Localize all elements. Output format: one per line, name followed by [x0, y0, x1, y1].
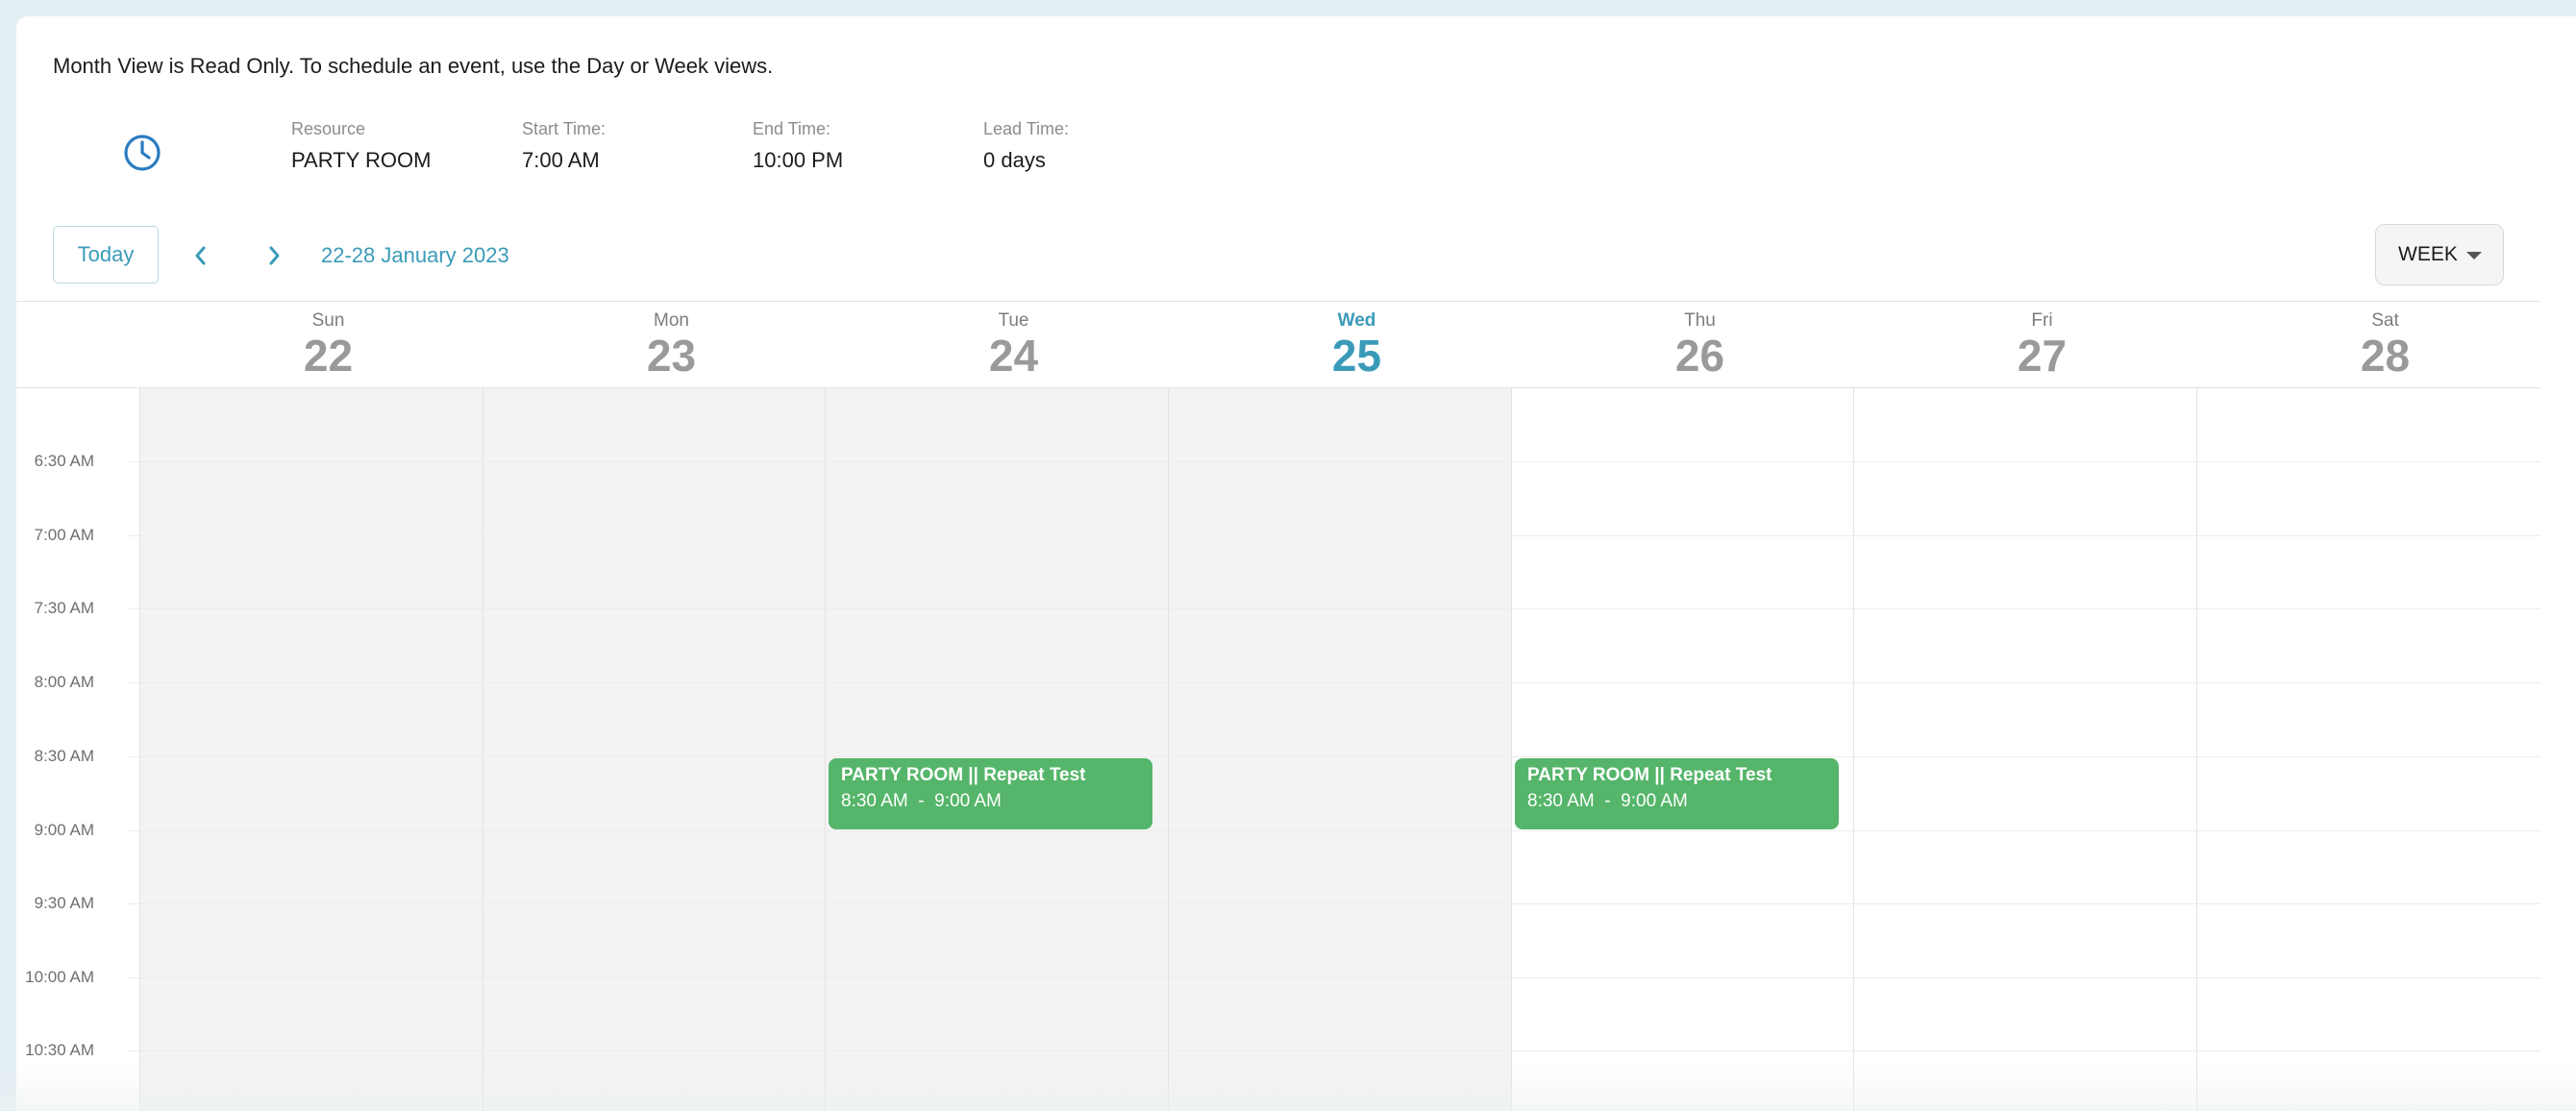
- day-column-fri[interactable]: [1853, 388, 2196, 1111]
- day-header-thu[interactable]: Thu 26: [1528, 302, 1871, 389]
- day-name: Sat: [2371, 310, 2399, 331]
- day-date: 25: [1331, 331, 1382, 381]
- day-date: 28: [2360, 331, 2411, 381]
- date-range-label: 22-28 January 2023: [321, 243, 509, 267]
- day-date: 23: [646, 331, 697, 381]
- day-column-sat[interactable]: [2196, 388, 2539, 1111]
- time-label: 10:30 AM: [25, 1041, 94, 1059]
- day-header-sat[interactable]: Sat 28: [2214, 302, 2557, 389]
- day-header-sun[interactable]: Sun 22: [157, 302, 500, 389]
- day-header-wed[interactable]: Wed 25: [1185, 302, 1528, 389]
- event-card-tue[interactable]: PARTY ROOM || Repeat Test 8:30 AM - 9:00…: [829, 758, 1152, 829]
- chevron-left-icon[interactable]: [189, 243, 212, 268]
- event-title: PARTY ROOM || Repeat Test: [1527, 765, 1772, 785]
- slot-line: [127, 977, 2540, 978]
- event-card-thu[interactable]: PARTY ROOM || Repeat Test 8:30 AM - 9:00…: [1515, 758, 1839, 829]
- day-date: 27: [2017, 331, 2068, 381]
- lead-time-value: 0 days: [983, 148, 1046, 172]
- view-select-dropdown[interactable]: WEEK: [2375, 224, 2504, 285]
- resource-value: PARTY ROOM: [291, 148, 432, 172]
- day-name: Thu: [1684, 310, 1716, 331]
- end-time-label: End Time:: [753, 119, 831, 138]
- slot-line: [127, 830, 2540, 831]
- chevron-right-icon[interactable]: [262, 243, 285, 268]
- day-column-tue[interactable]: [825, 388, 1168, 1111]
- time-label: 9:30 AM: [34, 894, 94, 912]
- end-time-value: 10:00 PM: [753, 148, 844, 172]
- day-name: Sun: [311, 310, 345, 331]
- slot-line: [127, 756, 2540, 757]
- event-time: 8:30 AM - 9:00 AM: [1527, 791, 1688, 811]
- slot-line: [127, 608, 2540, 609]
- week-grid: Sun 22 Mon 23 Tue 24 Wed 25 Thu 26 Fri 2…: [16, 301, 2540, 1111]
- event-title: PARTY ROOM || Repeat Test: [841, 765, 1086, 785]
- time-label: 7:30 AM: [34, 599, 94, 617]
- time-label: 9:00 AM: [34, 821, 94, 839]
- event-time: 8:30 AM - 9:00 AM: [841, 791, 1002, 811]
- view-select-value: WEEK: [2398, 243, 2458, 265]
- day-name: Tue: [998, 310, 1029, 331]
- time-label: 8:30 AM: [34, 747, 94, 765]
- slot-line: [127, 682, 2540, 683]
- slot-line: [127, 903, 2540, 904]
- day-header-fri[interactable]: Fri 27: [1870, 302, 2214, 389]
- day-name: Fri: [2031, 310, 2053, 331]
- day-header-mon[interactable]: Mon 23: [500, 302, 843, 389]
- day-column-sun[interactable]: [139, 388, 483, 1111]
- time-label: 10:00 AM: [25, 968, 94, 986]
- day-column-wed[interactable]: [1168, 388, 1511, 1111]
- clock-icon: [124, 135, 161, 171]
- time-label: 7:00 AM: [34, 526, 94, 544]
- day-name: Mon: [654, 310, 689, 331]
- slot-line: [127, 1050, 2540, 1051]
- calendar-card: Month View is Read Only. To schedule an …: [16, 16, 2576, 1111]
- slot-line: [127, 535, 2540, 536]
- resource-info: Resource PARTY ROOM: [291, 119, 431, 173]
- end-time-info: End Time: 10:00 PM: [753, 119, 843, 173]
- day-header-row: Sun 22 Mon 23 Tue 24 Wed 25 Thu 26 Fri 2…: [16, 301, 2540, 388]
- bottom-fade: [0, 1063, 2576, 1111]
- time-label: 8:00 AM: [34, 673, 94, 691]
- today-button[interactable]: Today: [53, 226, 159, 284]
- resource-label: Resource: [291, 119, 366, 138]
- day-column-mon[interactable]: [483, 388, 826, 1111]
- caret-down-icon: [2466, 252, 2482, 259]
- day-date: 22: [303, 331, 354, 381]
- start-time-label: Start Time:: [522, 119, 607, 138]
- day-date: 26: [1674, 331, 1725, 381]
- slot-line: [127, 461, 2540, 462]
- day-header-tue[interactable]: Tue 24: [842, 302, 1185, 389]
- start-time-value: 7:00 AM: [522, 148, 600, 172]
- day-column-thu[interactable]: [1511, 388, 1854, 1111]
- day-date: 24: [988, 331, 1039, 381]
- read-only-notice: Month View is Read Only. To schedule an …: [53, 54, 774, 78]
- lead-time-label: Lead Time:: [983, 119, 1070, 138]
- start-time-info: Start Time: 7:00 AM: [522, 119, 606, 173]
- day-name: Wed: [1337, 310, 1376, 331]
- lead-time-info: Lead Time: 0 days: [983, 119, 1069, 173]
- time-grid: 6:30 AM 7:00 AM 7:30 AM 8:00 AM 8:30 AM …: [16, 388, 2540, 1111]
- time-label: 6:30 AM: [34, 452, 94, 470]
